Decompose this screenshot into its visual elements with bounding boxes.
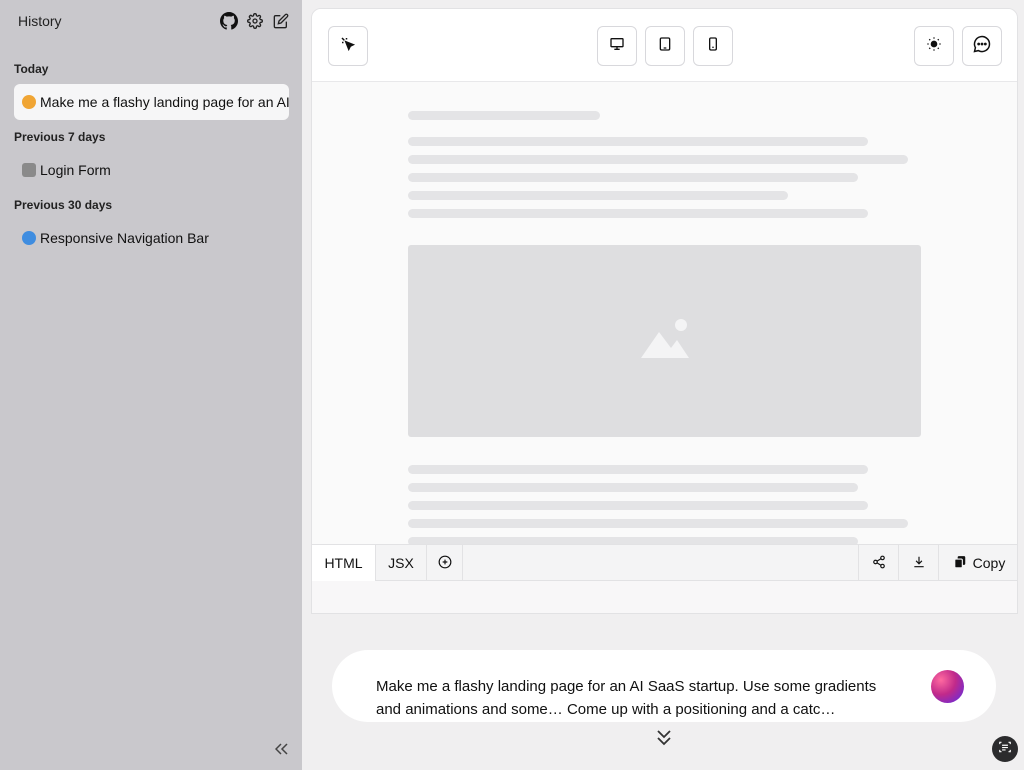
- sidebar-header: History: [18, 10, 290, 32]
- sun-icon: [926, 36, 942, 57]
- skeleton-line: [408, 191, 788, 200]
- chat-icon: [972, 34, 992, 59]
- chat-toggle-button[interactable]: [962, 26, 1002, 66]
- sidebar-header-icons: [220, 12, 290, 30]
- send-orb-button[interactable]: [931, 670, 964, 703]
- download-icon: [912, 555, 926, 572]
- preview-panel: HTML JSX Copy: [311, 8, 1018, 614]
- history-item[interactable]: Make me a flashy landing page for an AI …: [14, 84, 289, 120]
- prompt-text-line-2: and animations and some… Come up with a …: [376, 701, 836, 718]
- history-sidebar: History Today Make me a flashy landing p…: [0, 0, 302, 770]
- preview-toolbar: [312, 9, 1017, 82]
- assistant-fab-button[interactable]: [992, 736, 1018, 762]
- skeleton-line: [408, 209, 868, 218]
- mobile-view-button[interactable]: [693, 26, 733, 66]
- history-item-label: Login Form: [40, 162, 111, 178]
- code-tabbar: HTML JSX Copy: [312, 544, 1017, 581]
- prompt-input[interactable]: Make me a flashy landing page for an AI …: [332, 650, 996, 722]
- theme-toggle-button[interactable]: [914, 26, 954, 66]
- collapse-sidebar-icon[interactable]: [272, 740, 292, 758]
- share-icon: [872, 555, 886, 572]
- image-placeholder: [408, 245, 921, 437]
- prompt-text-line-1: Make me a flashy landing page for an AI …: [376, 678, 877, 695]
- cursor-select-icon: [339, 35, 357, 58]
- copy-label: Copy: [972, 555, 1006, 571]
- skeleton-line: [408, 483, 858, 492]
- sidebar-title: History: [18, 13, 62, 29]
- github-icon[interactable]: [220, 12, 238, 30]
- globe-emoji-icon: [22, 231, 36, 245]
- section-label-previous-30-days: Previous 30 days: [14, 198, 113, 212]
- desktop-view-button[interactable]: [597, 26, 637, 66]
- skeleton-line: [408, 137, 868, 146]
- code-editor[interactable]: [312, 581, 1017, 613]
- cursor-select-button[interactable]: [328, 26, 368, 66]
- add-tab-button[interactable]: [427, 545, 463, 581]
- lock-emoji-icon: [22, 163, 36, 177]
- tab-html[interactable]: HTML: [312, 545, 376, 581]
- history-item[interactable]: Responsive Navigation Bar: [14, 220, 289, 256]
- section-label-today: Today: [14, 62, 49, 76]
- image-icon: [639, 318, 691, 365]
- chevrons-down-icon[interactable]: [654, 728, 674, 748]
- skeleton-heading: [408, 111, 600, 120]
- section-label-previous-7-days: Previous 7 days: [14, 130, 106, 144]
- settings-gear-icon[interactable]: [246, 12, 264, 30]
- tab-jsx[interactable]: JSX: [376, 545, 427, 581]
- skeleton-line: [408, 519, 908, 528]
- skeleton-line: [408, 173, 858, 182]
- tablet-view-button[interactable]: [645, 26, 685, 66]
- scan-text-icon: [998, 740, 1012, 759]
- history-item-label: Responsive Navigation Bar: [40, 230, 209, 246]
- history-item-label: Make me a flashy landing page for an AI …: [40, 94, 289, 110]
- share-button[interactable]: [858, 545, 898, 581]
- preview-canvas[interactable]: [312, 83, 1017, 546]
- copy-button[interactable]: Copy: [938, 545, 1017, 581]
- download-button[interactable]: [898, 545, 938, 581]
- plus-circle-icon: [438, 555, 452, 572]
- new-chat-edit-icon[interactable]: [272, 12, 290, 30]
- copy-icon: [953, 555, 967, 572]
- face-emoji-icon: [22, 95, 36, 109]
- tablet-icon: [657, 36, 673, 57]
- mobile-icon: [705, 36, 721, 57]
- skeleton-line: [408, 501, 868, 510]
- skeleton-line: [408, 465, 868, 474]
- desktop-icon: [609, 36, 625, 57]
- history-item[interactable]: Login Form: [14, 152, 289, 188]
- skeleton-line: [408, 155, 908, 164]
